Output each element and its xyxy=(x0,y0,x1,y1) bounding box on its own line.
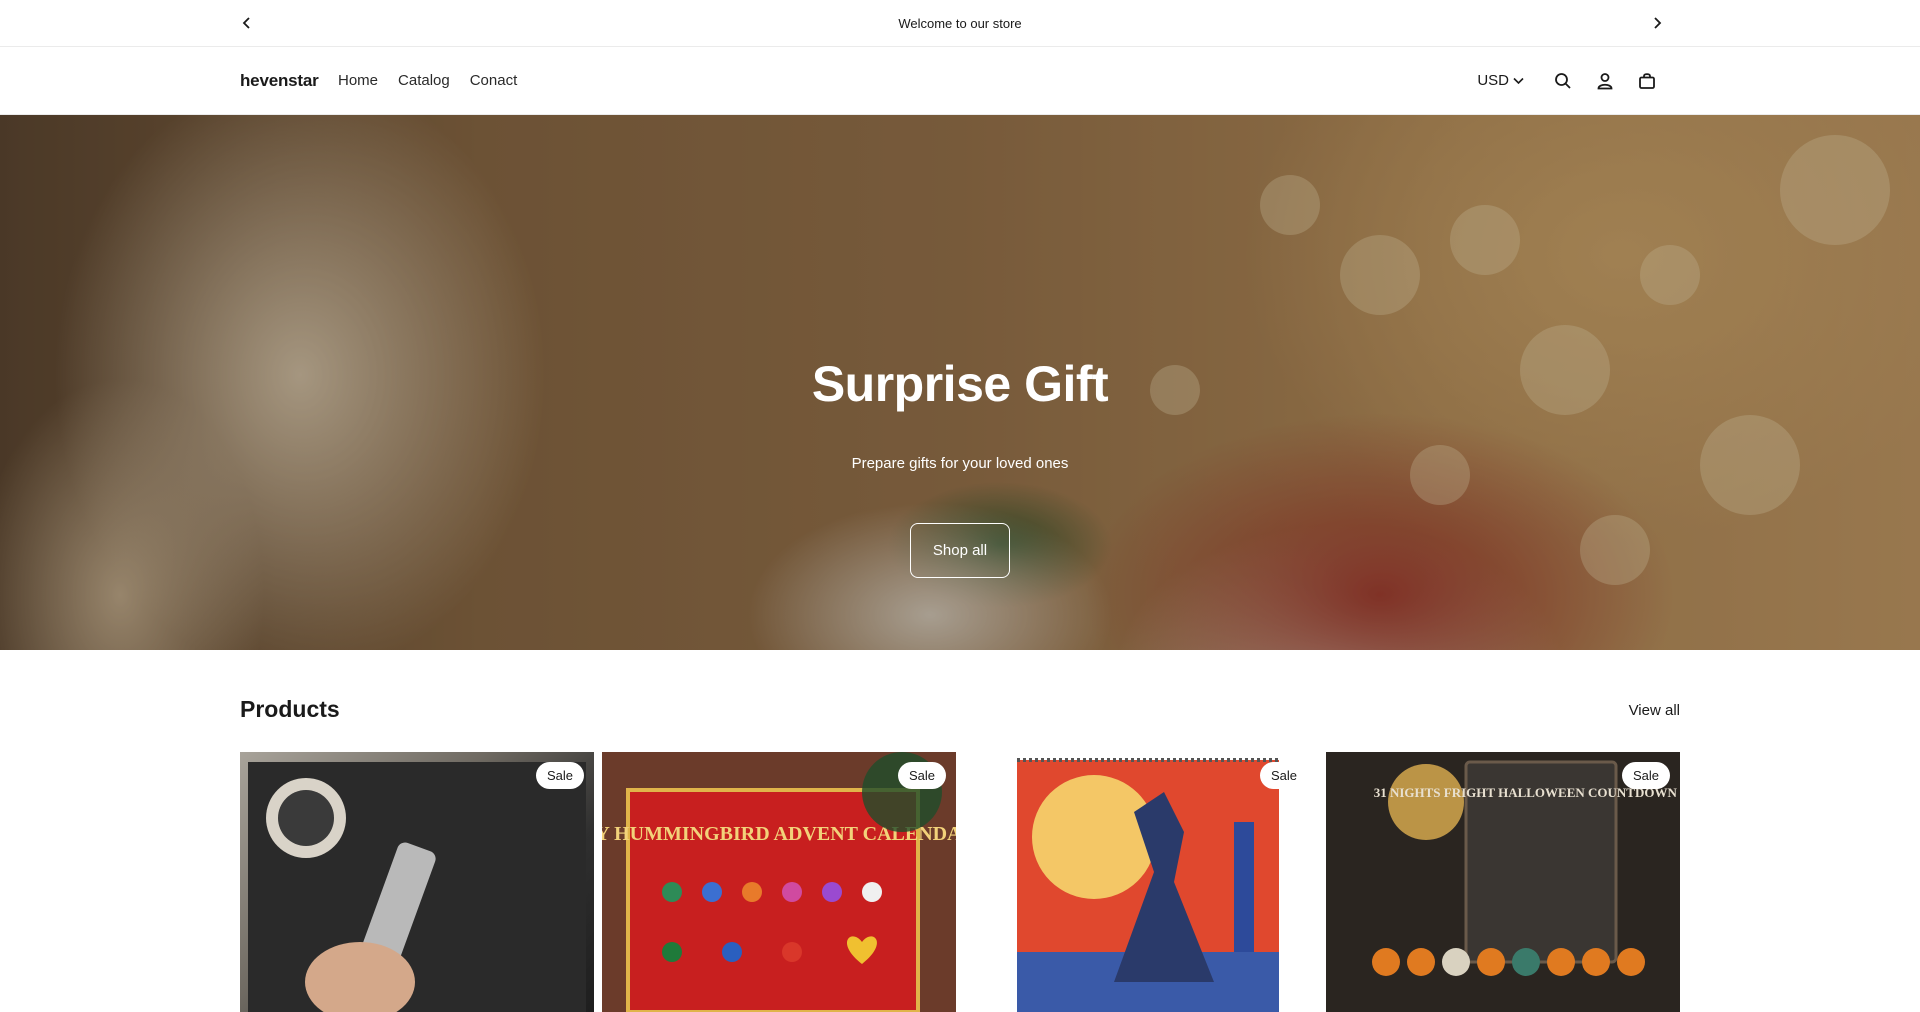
chevron-right-icon xyxy=(1654,17,1662,29)
announcement-text: Welcome to our store xyxy=(898,15,1022,31)
product-card[interactable]: 31 NIGHTS FRIGHT HALLOWEEN COUNTDOWN BOX… xyxy=(1326,752,1680,1012)
account-button[interactable] xyxy=(1584,65,1626,97)
currency-selector[interactable]: USD xyxy=(1477,72,1524,89)
shop-all-button[interactable]: Shop all xyxy=(910,523,1010,578)
hero-subtitle: Prepare gifts for your loved ones xyxy=(851,455,1069,472)
main-nav: Home Catalog Conact xyxy=(338,72,517,89)
product-image xyxy=(964,752,1318,1012)
products-title: Products xyxy=(240,696,340,722)
hero-content: Surprise Gift Prepare gifts for your lov… xyxy=(0,115,1920,650)
nav-catalog[interactable]: Catalog xyxy=(398,72,450,89)
sale-badge: Sale xyxy=(897,762,946,789)
search-icon xyxy=(1555,72,1571,89)
product-image: LUXURY HUMMINGBIRD ADVENT CALENDAR 2025 xyxy=(602,752,956,1012)
product-card[interactable]: Sale xyxy=(240,752,594,1012)
nav-contact[interactable]: Conact xyxy=(470,72,518,89)
search-button[interactable] xyxy=(1542,65,1584,97)
hero-banner: Surprise Gift Prepare gifts for your lov… xyxy=(0,115,1920,650)
user-icon xyxy=(1597,72,1613,89)
view-all-link[interactable]: View all xyxy=(1629,702,1680,719)
currency-label: USD xyxy=(1477,72,1509,89)
chevron-down-icon xyxy=(1513,77,1524,84)
product-grid: Sale LUXURY HUMMINGBIRD ADVENT CALENDAR … xyxy=(240,752,1680,1012)
product-card[interactable]: LUXURY HUMMINGBIRD ADVENT CALENDAR 2025 … xyxy=(602,752,956,1012)
chevron-left-icon xyxy=(242,17,250,29)
next-announcement-button[interactable] xyxy=(1645,11,1669,35)
cart-button[interactable] xyxy=(1626,65,1668,97)
site-header: hevenstar Home Catalog Conact USD xyxy=(0,47,1920,115)
sale-badge: Sale xyxy=(1621,762,1670,789)
header-tools: USD xyxy=(1477,65,1668,97)
announcement-bar: Welcome to our store xyxy=(0,0,1920,47)
products-section-header: Products View all xyxy=(0,650,1920,752)
product-image xyxy=(248,762,586,1012)
shopping-bag-icon xyxy=(1639,72,1655,89)
product-image: 31 NIGHTS FRIGHT HALLOWEEN COUNTDOWN BOX xyxy=(1326,752,1680,1012)
product-card[interactable]: Sale xyxy=(964,752,1318,1012)
hero-title: Surprise Gift xyxy=(811,356,1109,412)
sale-badge: Sale xyxy=(535,762,584,789)
nav-home[interactable]: Home xyxy=(338,72,378,89)
previous-announcement-button[interactable] xyxy=(235,11,259,35)
store-logo[interactable]: hevenstar xyxy=(240,71,319,91)
sale-badge: Sale xyxy=(1259,762,1308,789)
